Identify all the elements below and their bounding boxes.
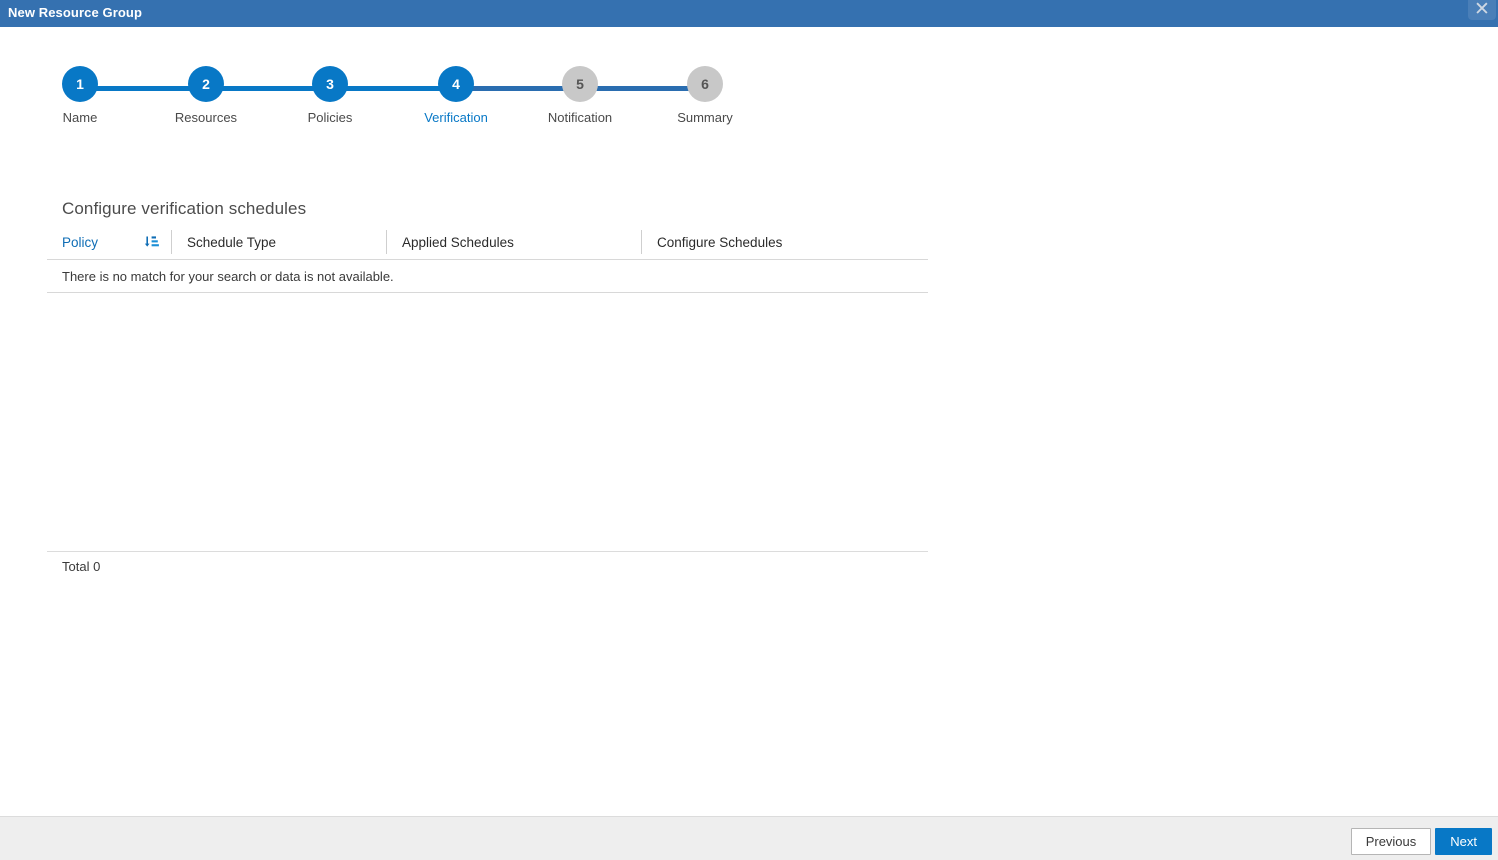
dialog-body: 1 Name 2 Resources 3 Policies 4 Verification 5 No… <box>0 27 1498 816</box>
table-total-row: Total 0 <box>47 551 928 574</box>
stepper-step-label: Name <box>62 110 98 125</box>
stepper-step-summary[interactable]: 6 Summary <box>661 66 749 125</box>
stepper-step-number: 5 <box>562 66 598 102</box>
table-total-label: Total 0 <box>62 559 101 574</box>
stepper-step-policies[interactable]: 3 Policies <box>286 66 374 125</box>
footer-button-group: Previous Next <box>1350 828 1492 855</box>
stepper-step-verification[interactable]: 4 Verification <box>412 66 500 125</box>
stepper-step-label: Summary <box>677 110 733 125</box>
close-icon: ✕ <box>1474 0 1490 20</box>
stepper-step-resources[interactable]: 2 Resources <box>162 66 250 125</box>
close-button[interactable]: ✕ <box>1468 0 1496 20</box>
stepper-step-number: 4 <box>438 66 474 102</box>
dialog-footer: Previous Next <box>0 816 1498 860</box>
stepper-step-number: 3 <box>312 66 348 102</box>
stepper-step-label: Policies <box>307 110 353 125</box>
column-header-schedule-type-label: Schedule Type <box>187 234 277 250</box>
stepper-step-label: Verification <box>424 110 488 125</box>
stepper-step-number: 1 <box>62 66 98 102</box>
stepper-step-label: Resources <box>174 110 238 125</box>
dialog-title: New Resource Group <box>8 5 142 20</box>
stepper-step-number: 2 <box>188 66 224 102</box>
column-header-schedule-type: Schedule Type <box>172 225 387 259</box>
stepper-step-notification[interactable]: 5 Notification <box>536 66 624 125</box>
stepper-step-label: Notification <box>547 110 613 125</box>
table-empty-message: There is no match for your search or dat… <box>47 260 928 293</box>
column-header-applied-schedules: Applied Schedules <box>387 225 642 259</box>
page-title: Configure verification schedules <box>62 199 307 218</box>
previous-button[interactable]: Previous <box>1350 828 1432 855</box>
dialog-title-bar: New Resource Group ✕ <box>0 0 1498 27</box>
column-header-policy-label: Policy <box>62 234 99 250</box>
wizard-stepper: 1 Name 2 Resources 3 Policies 4 Verification 5 No… <box>62 66 762 156</box>
next-button[interactable]: Next <box>1435 828 1492 855</box>
table-header-row: Policy Schedule Type Applied Schedules C… <box>47 225 928 260</box>
stepper-step-name[interactable]: 1 Name <box>36 66 124 125</box>
schedules-table: Policy Schedule Type Applied Schedules C… <box>47 225 928 293</box>
column-header-applied-schedules-label: Applied Schedules <box>402 234 514 250</box>
column-header-configure-schedules-label: Configure Schedules <box>657 234 783 250</box>
sort-descending-icon[interactable] <box>144 235 159 250</box>
stepper-step-number: 6 <box>687 66 723 102</box>
column-header-policy[interactable]: Policy <box>47 225 172 259</box>
column-header-configure-schedules: Configure Schedules <box>642 225 927 259</box>
